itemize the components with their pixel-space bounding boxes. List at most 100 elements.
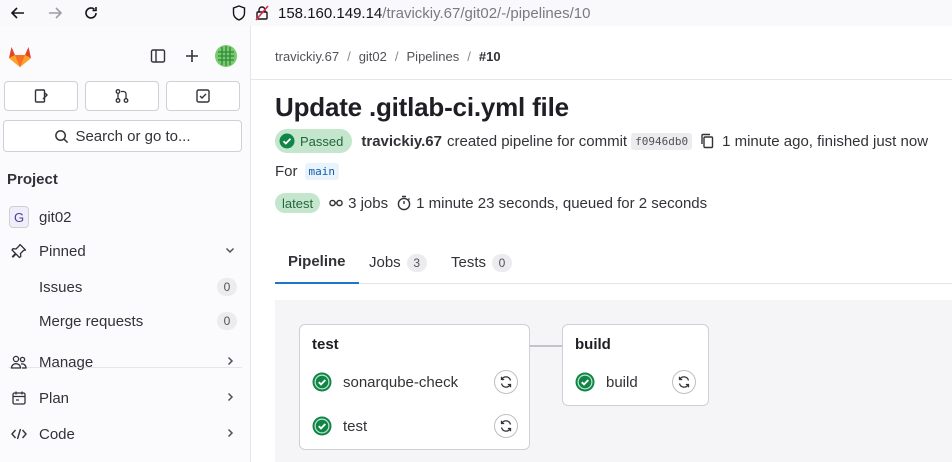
job-test[interactable]: test: [312, 413, 367, 439]
gitlab-logo-icon[interactable]: [6, 42, 34, 75]
pinned-label: Pinned: [39, 242, 86, 260]
author-link[interactable]: travickiy.67: [361, 133, 442, 150]
tab-jobs-count: 3: [406, 253, 427, 272]
calendar-icon: [9, 388, 29, 408]
chevron-right-icon: [224, 426, 236, 443]
retry-icon[interactable]: [494, 370, 518, 394]
pipeline-graph: test sonarqube-check test build build: [275, 300, 952, 462]
status-label: Passed: [300, 133, 344, 149]
commit-sha[interactable]: f0946db0: [631, 132, 693, 150]
issues-icon: [34, 89, 48, 103]
shield-icon: [232, 5, 246, 21]
breadcrumb: travickiy.67 / git02 / Pipelines / #10: [275, 49, 501, 64]
sidebar-item-pinned[interactable]: Pinned: [0, 234, 250, 268]
merge-requests-count-badge: 0: [217, 312, 237, 330]
status-success-icon: [312, 416, 332, 436]
main-content: travickiy.67 / git02 / Pipelines / #10 U…: [251, 26, 952, 462]
plan-label: Plan: [39, 389, 70, 407]
manage-label: Manage: [39, 353, 94, 371]
url-host: 158.160.149.14: [278, 4, 383, 22]
copy-icon[interactable]: [700, 133, 715, 149]
retry-icon[interactable]: [672, 370, 696, 394]
tab-pipeline[interactable]: Pipeline: [275, 241, 359, 284]
todo-icon: [196, 89, 210, 103]
header-divider: [251, 79, 952, 80]
breadcrumb-separator: /: [467, 49, 471, 64]
job-name: sonarqube-check: [343, 373, 459, 391]
pin-icon: [9, 241, 29, 261]
sidebar-item-project[interactable]: G git02: [0, 200, 250, 234]
sidebar-item-manage[interactable]: Manage: [0, 345, 250, 379]
job-name: test: [343, 417, 368, 435]
page-title: Update .gitlab-ci.yml file: [275, 92, 569, 122]
insecure-lock-icon: [255, 5, 269, 21]
pipeline-meta: Passed travickiy.67 created pipeline for…: [275, 129, 928, 153]
chevron-right-icon: [224, 354, 236, 371]
status-badge[interactable]: Passed: [275, 129, 353, 153]
search-icon: [55, 129, 69, 143]
stage-title: build: [575, 336, 611, 353]
stage-connector: [529, 345, 562, 347]
breadcrumb-item-project[interactable]: git02: [359, 49, 387, 64]
status-success-icon: [312, 372, 332, 392]
browser-toolbar: 158.160.149.14/travickiy.67/git02/-/pipe…: [0, 0, 952, 26]
sidebar: Search or go to... Project G git02 Pinne…: [0, 26, 251, 462]
user-avatar[interactable]: [214, 44, 238, 68]
search-label: Search or go to...: [75, 127, 191, 145]
project-name: git02: [39, 208, 72, 226]
tab-pipeline-label: Pipeline: [288, 253, 346, 270]
code-icon: [9, 424, 29, 444]
tab-jobs-label: Jobs: [369, 254, 401, 271]
issues-count-badge: 0: [217, 278, 237, 296]
stage-build: build build: [562, 324, 709, 406]
chevron-down-icon: [224, 243, 236, 260]
code-label: Code: [39, 425, 75, 443]
issues-label: Issues: [39, 278, 83, 296]
breadcrumb-separator: /: [394, 49, 399, 64]
users-icon: [9, 352, 29, 372]
tab-tests[interactable]: Tests 0: [451, 241, 513, 284]
duration-text: 1 minute 23 seconds, queued for 2 second…: [416, 194, 708, 212]
search-button[interactable]: Search or go to...: [3, 120, 242, 152]
pipeline-info: latest 3 jobs 1 minute 23 seconds, queue…: [275, 192, 707, 214]
breadcrumb-separator: /: [347, 49, 351, 64]
assigned-issues-button[interactable]: [4, 81, 78, 111]
tab-tests-count: 0: [492, 253, 513, 272]
pipeline-icon: [329, 199, 343, 207]
job-name: build: [606, 373, 638, 391]
time-text: 1 minute ago, finished just now: [722, 132, 929, 150]
sidebar-section-title: Project: [7, 171, 58, 188]
for-label: For: [275, 163, 298, 180]
todo-list-button[interactable]: [166, 81, 240, 111]
address-bar[interactable]: 158.160.149.14/travickiy.67/git02/-/pipe…: [232, 0, 590, 26]
latest-badge: latest: [275, 193, 321, 213]
timer-icon: [397, 195, 411, 211]
retry-icon[interactable]: [494, 414, 518, 438]
breadcrumb-item-current[interactable]: #10: [479, 49, 501, 64]
jobs-count-text: 3 jobs: [348, 194, 389, 212]
create-new-icon[interactable]: [180, 44, 204, 68]
job-build[interactable]: build: [575, 369, 638, 395]
project-avatar: G: [9, 206, 29, 228]
sidebar-item-code[interactable]: Code: [0, 417, 250, 451]
collapse-sidebar-icon[interactable]: [146, 44, 170, 68]
sidebar-item-merge-requests[interactable]: Merge requests 0: [0, 304, 250, 338]
branch-link[interactable]: main: [304, 163, 339, 180]
stage-title: test: [312, 336, 339, 353]
tab-jobs[interactable]: Jobs 3: [369, 241, 427, 284]
breadcrumb-item-pipelines[interactable]: Pipelines: [407, 49, 460, 64]
sidebar-item-issues[interactable]: Issues 0: [0, 270, 250, 304]
branch-line: For main: [275, 163, 339, 180]
back-icon[interactable]: [8, 3, 28, 23]
created-text: created pipeline for commit: [447, 132, 628, 150]
breadcrumb-item-user[interactable]: travickiy.67: [275, 49, 339, 64]
merge-request-icon: [115, 89, 129, 103]
tab-tests-label: Tests: [451, 254, 487, 271]
url-path: /travickiy.67/git02/-/pipelines/10: [382, 4, 591, 22]
pipeline-tabs: Pipeline Jobs 3 Tests 0: [275, 241, 952, 284]
merge-requests-button[interactable]: [85, 81, 159, 111]
sidebar-item-plan[interactable]: Plan: [0, 381, 250, 415]
forward-icon[interactable]: [45, 3, 65, 23]
job-sonarqube-check[interactable]: sonarqube-check: [312, 369, 458, 395]
reload-icon[interactable]: [81, 3, 101, 23]
